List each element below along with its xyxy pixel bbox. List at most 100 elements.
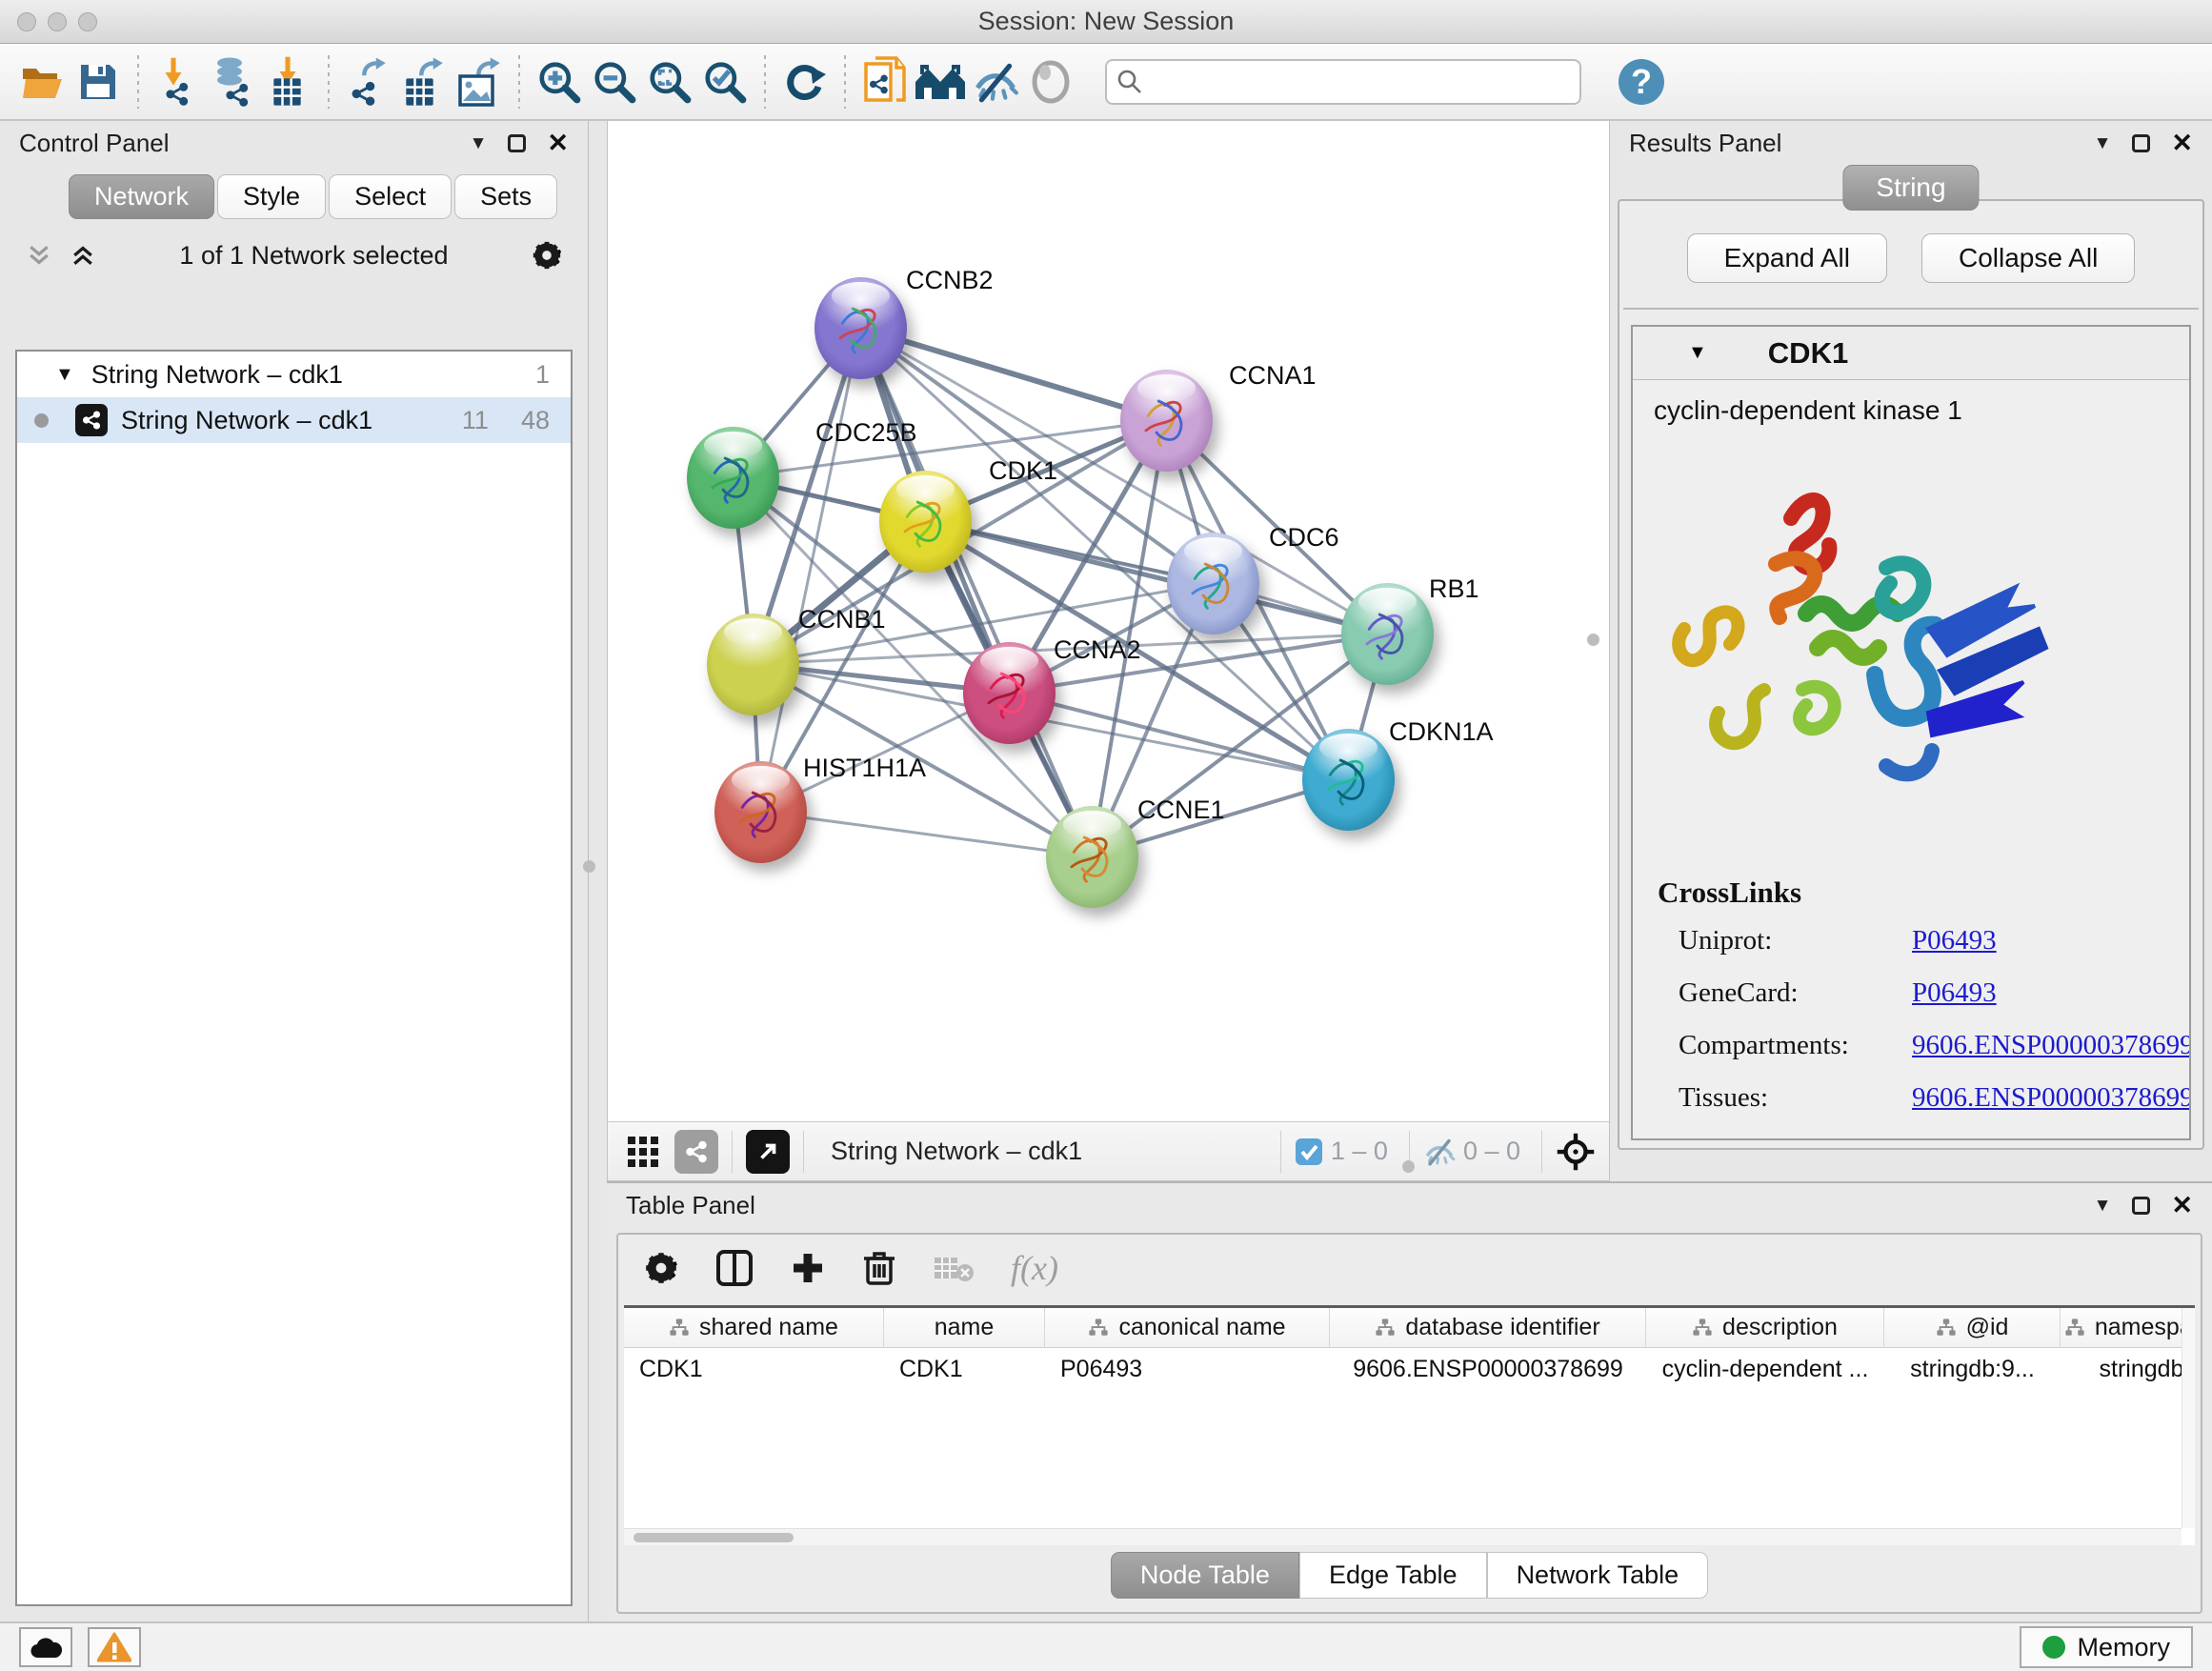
vertical-scrollbar[interactable] [2182, 1308, 2195, 1528]
maximize-panel-icon[interactable] [2132, 134, 2150, 152]
horizontal-scrollbar[interactable] [624, 1528, 2182, 1545]
memory-button[interactable]: Memory [2020, 1626, 2193, 1668]
close-panel-icon[interactable]: ✕ [2171, 1193, 2193, 1218]
float-panel-icon[interactable]: ▼ [2094, 1197, 2112, 1215]
close-panel-icon[interactable]: ✕ [2171, 131, 2193, 156]
tab-network-table[interactable]: Network Table [1487, 1552, 1709, 1599]
zoom-fit-button[interactable] [642, 51, 697, 112]
tab-edge-table[interactable]: Edge Table [1299, 1552, 1487, 1599]
tab-select[interactable]: Select [329, 174, 452, 219]
column-header-id[interactable]: @id [1884, 1308, 2061, 1347]
edge-CCNB2-HIST1H1A[interactable] [760, 328, 860, 812]
hidden-items-icon[interactable] [1423, 1136, 1456, 1168]
crosslink-compartments[interactable]: 9606.ENSP00000378699 [1912, 1030, 2191, 1061]
maximize-window-button[interactable] [78, 12, 97, 31]
table-row[interactable]: CDK1CDK1P064939606.ENSP00000378699cyclin… [624, 1348, 2195, 1390]
save-session-button[interactable] [70, 51, 126, 112]
detach-view-icon[interactable] [746, 1130, 790, 1174]
scrollbar-thumb[interactable] [633, 1533, 794, 1542]
maximize-panel-icon[interactable] [2132, 1197, 2150, 1215]
column-header-canonicalname[interactable]: canonical name [1045, 1308, 1330, 1347]
show-columns-icon[interactable] [715, 1249, 754, 1287]
cloud-status-button[interactable] [19, 1627, 72, 1667]
tab-network[interactable]: Network [69, 174, 214, 219]
gene-header[interactable]: ▼ CDK1 [1633, 327, 2189, 380]
expand-all-button[interactable]: Expand All [1687, 233, 1887, 283]
network-node-ccnb2[interactable] [814, 277, 907, 379]
crosslink-tissues[interactable]: 9606.ENSP00000378699 [1912, 1082, 2191, 1114]
crosslink-label: GeneCard: [1679, 977, 1912, 1009]
export-image-button[interactable] [452, 51, 507, 112]
zoom-out-button[interactable] [587, 51, 642, 112]
network-node-ccna1[interactable] [1120, 370, 1213, 472]
new-network-from-selection-button[interactable] [857, 51, 913, 112]
table-header-row: shared namenamecanonical namedatabase id… [624, 1308, 2195, 1348]
network-node-cdkn1a[interactable] [1302, 729, 1395, 831]
add-column-icon[interactable] [790, 1250, 826, 1286]
refresh-button[interactable] [777, 51, 833, 112]
import-network-file-button[interactable] [151, 51, 206, 112]
close-panel-icon[interactable]: ✕ [547, 131, 569, 156]
import-table-button[interactable] [261, 51, 316, 112]
horizontal-splitter-handle[interactable] [1402, 1160, 1415, 1173]
network-canvas[interactable]: CCNB2 CCNA1 CDC25B CDK1 CDC6 RB1 CCNB1 C… [608, 121, 1609, 1121]
show-all-button[interactable] [1023, 51, 1078, 112]
zoom-in-button[interactable] [532, 51, 587, 112]
column-header-sharedname[interactable]: shared name [624, 1308, 884, 1347]
network-node-ccne1[interactable] [1046, 806, 1138, 908]
export-table-button[interactable] [396, 51, 452, 112]
open-session-button[interactable] [15, 51, 70, 112]
edge-CCNE1-HIST1H1A[interactable] [760, 812, 1092, 856]
tab-string[interactable]: String [1842, 165, 1979, 211]
column-header-name[interactable]: name [884, 1308, 1045, 1347]
float-panel-icon[interactable]: ▼ [470, 134, 488, 152]
network-node-rb1[interactable] [1341, 583, 1434, 685]
crosslink-uniprot[interactable]: P06493 [1912, 925, 2191, 956]
delete-column-icon[interactable] [862, 1249, 896, 1287]
houses-icon[interactable] [913, 51, 968, 112]
float-panel-icon[interactable]: ▼ [2094, 134, 2112, 152]
column-header-description[interactable]: description [1646, 1308, 1884, 1347]
gear-icon[interactable] [531, 239, 563, 272]
collection-expand-icon[interactable]: ▼ [55, 364, 74, 386]
window-controls[interactable] [17, 12, 97, 31]
search-input[interactable] [1151, 67, 1570, 96]
selected-nodes-icon[interactable] [1295, 1137, 1323, 1166]
column-header-databaseidentifier[interactable]: database identifier [1330, 1308, 1646, 1347]
crosslink-pharos[interactable]: P06493 [1912, 1135, 2191, 1140]
network-node-ccna2[interactable] [963, 642, 1056, 744]
network-node-hist1h1a[interactable] [714, 761, 807, 863]
network-node-ccnb1[interactable] [707, 614, 799, 715]
zoom-selected-button[interactable] [697, 51, 753, 112]
network-list: ▼ String Network – cdk1 1 String Network… [15, 350, 573, 1606]
vertical-splitter-handle[interactable] [1587, 634, 1599, 646]
tab-node-table[interactable]: Node Table [1111, 1552, 1299, 1599]
network-collection-row[interactable]: ▼ String Network – cdk1 1 [17, 352, 571, 397]
grid-view-icon[interactable] [621, 1130, 665, 1174]
column-header-namespace[interactable]: namespace [2061, 1308, 2195, 1347]
vertical-splitter-handle[interactable] [583, 860, 595, 873]
crosslink-genecard[interactable]: P06493 [1912, 977, 2191, 1009]
gene-collapse-icon[interactable]: ▼ [1688, 342, 1707, 364]
export-network-button[interactable] [341, 51, 396, 112]
network-node-cdc6[interactable] [1167, 533, 1259, 634]
tab-style[interactable]: Style [217, 174, 326, 219]
network-node-cdk1[interactable] [879, 471, 972, 573]
collapse-all-icon[interactable] [25, 241, 53, 270]
expand-all-icon[interactable] [69, 241, 97, 270]
gear-icon[interactable] [643, 1250, 679, 1286]
hide-selected-button[interactable] [968, 51, 1023, 112]
network-node-cdc25b[interactable] [687, 427, 779, 529]
maximize-panel-icon[interactable] [508, 134, 526, 152]
warnings-button[interactable] [88, 1627, 141, 1667]
network-row[interactable]: String Network – cdk1 11 48 [17, 397, 571, 443]
collapse-all-button[interactable]: Collapse All [1921, 233, 2135, 283]
import-network-database-button[interactable] [206, 51, 261, 112]
fit-content-icon[interactable] [1556, 1132, 1596, 1172]
network-overview-icon[interactable] [674, 1130, 718, 1174]
tab-sets[interactable]: Sets [454, 174, 557, 219]
close-window-button[interactable] [17, 12, 36, 31]
minimize-window-button[interactable] [48, 12, 67, 31]
help-button[interactable]: ? [1614, 51, 1669, 112]
edge-CCNB2-CCNA1[interactable] [860, 328, 1166, 420]
